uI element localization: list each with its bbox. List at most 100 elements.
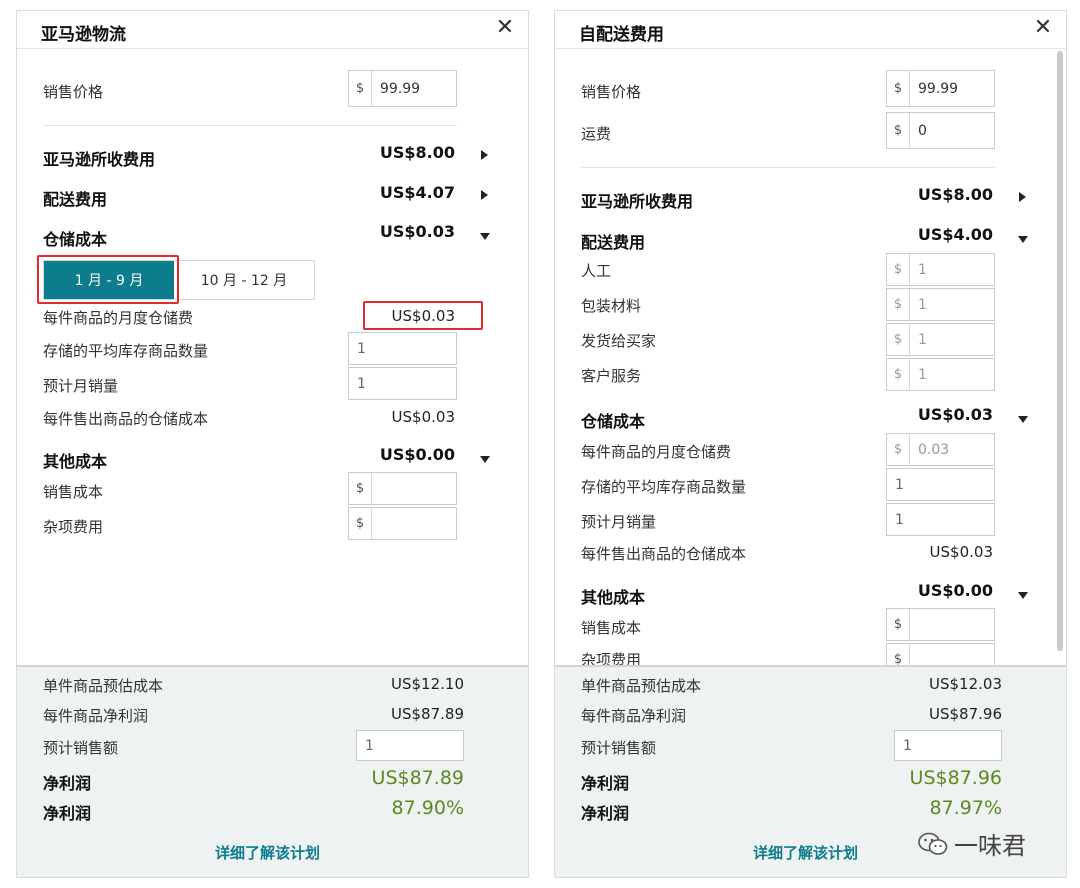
- collapse-arrow-icon[interactable]: [1018, 592, 1028, 599]
- summary-footer: 单件商品预估成本 US$12.10 每件商品净利润 US$87.89 预计销售额…: [17, 665, 528, 877]
- avg-inventory-input[interactable]: 1: [886, 468, 995, 501]
- cogs-value[interactable]: [372, 473, 456, 504]
- labor-input[interactable]: $ 1: [886, 253, 995, 286]
- currency-symbol: $: [887, 254, 910, 285]
- storage-per-sold-value: US$0.03: [391, 408, 455, 426]
- price-value[interactable]: 99.99: [910, 71, 994, 106]
- collapse-arrow-icon[interactable]: [1018, 416, 1028, 423]
- close-icon[interactable]: ✕: [1032, 17, 1054, 39]
- est-sales-input[interactable]: 1: [894, 730, 1002, 761]
- panel-title: 亚马逊物流: [41, 25, 126, 45]
- highlight-box: [363, 301, 483, 330]
- self-fulfillment-panel: 自配送费用 ✕ 销售价格 $ 99.99 运费 $ 0 亚马逊所收费用 US$8…: [554, 10, 1067, 878]
- amazon-fees-label: 亚马逊所收费用: [43, 150, 156, 169]
- tab-oct-dec[interactable]: 10 月 - 12 月: [174, 261, 314, 299]
- other-costs-label: 其他成本: [43, 452, 108, 471]
- monthly-storage-label: 每件商品的月度仓储费: [43, 309, 194, 327]
- cogs-value[interactable]: [910, 609, 994, 640]
- cogs-label: 销售成本: [43, 483, 104, 501]
- ship-to-buyer-input[interactable]: $ 1: [886, 323, 995, 356]
- cogs-input[interactable]: $: [348, 472, 457, 505]
- monthly-storage-value[interactable]: 0.03: [910, 434, 994, 465]
- cogs-input[interactable]: $: [886, 608, 995, 641]
- unit-profit-label: 每件商品净利润: [581, 707, 687, 725]
- price-label: 销售价格: [581, 83, 642, 101]
- collapse-arrow-icon[interactable]: [480, 233, 490, 240]
- panel-title: 自配送费用: [579, 25, 664, 45]
- net-margin-value: 87.97%: [929, 797, 1002, 819]
- currency-symbol: $: [887, 113, 910, 148]
- unit-cost-value: US$12.03: [929, 675, 1002, 693]
- labor-value[interactable]: 1: [910, 254, 994, 285]
- scrollbar[interactable]: [1057, 51, 1063, 651]
- watermark: 一味君: [918, 826, 1026, 861]
- currency-symbol: $: [887, 434, 910, 465]
- net-margin-label: 净利润: [43, 804, 92, 823]
- storage-per-sold-label: 每件售出商品的仓储成本: [43, 410, 209, 428]
- packaging-value[interactable]: 1: [910, 289, 994, 320]
- fba-calculator-panel: 亚马逊物流 ✕ 销售价格 $ 99.99 亚马逊所收费用 US$8.00 配送费…: [16, 10, 529, 878]
- expand-arrow-icon[interactable]: [481, 190, 488, 200]
- currency-symbol: $: [887, 71, 910, 106]
- customer-service-value[interactable]: 1: [910, 359, 994, 390]
- currency-symbol: $: [887, 609, 910, 640]
- highlight-box: [37, 255, 179, 304]
- unit-cost-value: US$12.10: [391, 675, 464, 693]
- packaging-input[interactable]: $ 1: [886, 288, 995, 321]
- other-costs-value: US$0.00: [379, 445, 455, 464]
- shipping-value[interactable]: 0: [910, 113, 994, 148]
- monthly-sales-label: 预计月销量: [581, 513, 657, 531]
- ship-to-buyer-value[interactable]: 1: [910, 324, 994, 355]
- unit-profit-value: US$87.89: [391, 705, 464, 723]
- net-profit-value: US$87.89: [371, 767, 464, 789]
- price-value[interactable]: 99.99: [372, 71, 456, 106]
- fulfillment-value: US$4.00: [917, 225, 993, 244]
- fulfillment-value: US$4.07: [379, 183, 455, 202]
- monthly-sales-input[interactable]: 1: [348, 367, 457, 400]
- collapse-arrow-icon[interactable]: [1018, 236, 1028, 243]
- amazon-fees-value: US$8.00: [379, 143, 455, 162]
- net-margin-value: 87.90%: [391, 797, 464, 819]
- divider: [581, 167, 995, 168]
- panel-header: 自配送费用 ✕: [555, 11, 1066, 49]
- net-profit-value: US$87.96: [909, 767, 1002, 789]
- price-input[interactable]: $ 99.99: [348, 70, 457, 107]
- shipping-input[interactable]: $ 0: [886, 112, 995, 149]
- learn-more-link[interactable]: 详细了解该计划: [215, 842, 320, 863]
- monthly-storage-input[interactable]: $ 0.03: [886, 433, 995, 466]
- currency-symbol: $: [349, 71, 372, 106]
- est-sales-input[interactable]: 1: [356, 730, 464, 761]
- net-margin-label: 净利润: [581, 804, 630, 823]
- watermark-text: 一味君: [954, 832, 1026, 860]
- storage-per-sold-value: US$0.03: [929, 543, 993, 561]
- avg-inventory-label: 存储的平均库存商品数量: [43, 342, 209, 360]
- misc-label: 杂项费用: [43, 518, 104, 536]
- shipping-label: 运费: [581, 125, 612, 143]
- expand-arrow-icon[interactable]: [1019, 192, 1026, 202]
- labor-label: 人工: [581, 262, 612, 280]
- price-input[interactable]: $ 99.99: [886, 70, 995, 107]
- avg-inventory-input[interactable]: 1: [348, 332, 457, 365]
- amazon-fees-label: 亚马逊所收费用: [581, 192, 694, 211]
- storage-value: US$0.03: [379, 222, 455, 241]
- storage-label: 仓储成本: [581, 412, 646, 431]
- avg-inventory-label: 存储的平均库存商品数量: [581, 478, 747, 496]
- est-sales-label: 预计销售额: [43, 739, 119, 757]
- customer-service-label: 客户服务: [581, 367, 642, 385]
- fulfillment-label: 配送费用: [581, 233, 646, 252]
- close-icon[interactable]: ✕: [494, 17, 516, 39]
- learn-more-link[interactable]: 详细了解该计划: [753, 842, 858, 863]
- fulfillment-label: 配送费用: [43, 190, 108, 209]
- amazon-fees-value: US$8.00: [917, 185, 993, 204]
- est-sales-label: 预计销售额: [581, 739, 657, 757]
- expand-arrow-icon[interactable]: [481, 150, 488, 160]
- storage-label: 仓储成本: [43, 230, 108, 249]
- other-costs-label: 其他成本: [581, 588, 646, 607]
- misc-value[interactable]: [372, 508, 456, 539]
- collapse-arrow-icon[interactable]: [480, 456, 490, 463]
- unit-profit-value: US$87.96: [929, 705, 1002, 723]
- unit-cost-label: 单件商品预估成本: [43, 677, 164, 695]
- misc-input[interactable]: $: [348, 507, 457, 540]
- customer-service-input[interactable]: $ 1: [886, 358, 995, 391]
- monthly-sales-input[interactable]: 1: [886, 503, 995, 536]
